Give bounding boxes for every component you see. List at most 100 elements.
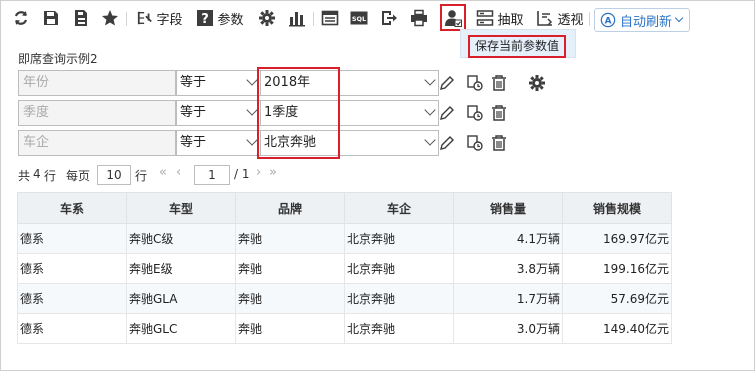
table-cell: 奔驰 bbox=[235, 253, 345, 284]
operator-select[interactable]: 等于 bbox=[176, 70, 261, 96]
auto-refresh-label: 自动刷新 bbox=[620, 14, 673, 30]
operator-select[interactable]: 等于 bbox=[176, 130, 261, 156]
save-icon[interactable] bbox=[40, 4, 62, 32]
table-cell: 3.0万辆 bbox=[453, 313, 563, 344]
settings-gear-icon[interactable] bbox=[528, 74, 546, 92]
operator-select[interactable]: 等于 bbox=[176, 100, 261, 126]
table-row: 德系 奔驰C级 奔驰 北京奔驰 4.1万辆 169.97亿元 bbox=[17, 223, 672, 254]
user-param-highlight bbox=[440, 4, 466, 31]
table-cell: 奔驰 bbox=[235, 313, 345, 344]
chevron-down-icon bbox=[246, 134, 258, 146]
table-cell: 4.1万辆 bbox=[453, 223, 563, 254]
edit-pencil-icon[interactable] bbox=[438, 134, 456, 152]
table-cell: 奔驰GLA bbox=[126, 283, 236, 314]
chevron-down-icon bbox=[246, 104, 258, 116]
param-name-field[interactable]: 车企 bbox=[18, 130, 176, 156]
svg-text:?: ? bbox=[202, 12, 210, 27]
copy-icon[interactable] bbox=[466, 104, 484, 122]
edit-pencil-icon[interactable] bbox=[438, 74, 456, 92]
edit-pencil-icon[interactable] bbox=[438, 104, 456, 122]
settings-gear-icon[interactable] bbox=[256, 4, 278, 32]
per-page-input[interactable]: 10 bbox=[97, 165, 131, 185]
copy-icon[interactable] bbox=[466, 134, 484, 152]
table-cell: 149.40亿元 bbox=[562, 313, 672, 344]
chevron-down-icon bbox=[674, 13, 684, 23]
table-cell: 奔驰 bbox=[235, 283, 345, 314]
column-header[interactable]: 品牌 bbox=[235, 192, 345, 224]
bar-chart-icon[interactable] bbox=[286, 4, 308, 32]
table-cell: 奔驰 bbox=[235, 223, 345, 254]
field-icon bbox=[138, 11, 153, 25]
favorite-star-icon[interactable] bbox=[99, 4, 121, 32]
field-label: 字段 bbox=[156, 12, 183, 28]
table-cell: 北京奔驰 bbox=[344, 253, 454, 284]
user-param-dropdown: 保存当前参数值 bbox=[460, 29, 576, 58]
print-icon[interactable] bbox=[408, 4, 430, 32]
table-cell: 199.16亿元 bbox=[562, 253, 672, 284]
table-row: 德系 奔驰E级 奔驰 北京奔驰 3.8万辆 199.16亿元 bbox=[17, 253, 672, 284]
field-button[interactable]: 字段 bbox=[134, 4, 186, 32]
column-header[interactable]: 车型 bbox=[126, 192, 236, 224]
table-cell: 北京奔驰 bbox=[344, 223, 454, 254]
save-current-params-item[interactable]: 保存当前参数值 bbox=[468, 35, 567, 58]
extract-button[interactable]: 抽取 bbox=[474, 4, 526, 32]
table-cell: 德系 bbox=[17, 223, 127, 254]
column-header[interactable]: 车企 bbox=[344, 192, 454, 224]
question-icon: ? bbox=[197, 10, 214, 27]
param-name-field[interactable]: 季度 bbox=[18, 100, 176, 126]
trash-icon[interactable] bbox=[490, 134, 508, 152]
export-icon[interactable] bbox=[378, 4, 400, 32]
prev-page-icon[interactable]: ‹ bbox=[176, 165, 181, 180]
save-as-icon[interactable] bbox=[70, 4, 92, 32]
total-count: 4 bbox=[33, 167, 41, 181]
param-button[interactable]: ? 参数 bbox=[196, 4, 244, 32]
copy-icon[interactable] bbox=[466, 74, 484, 92]
table-cell: 1.7万辆 bbox=[453, 283, 563, 314]
toolbar-divider bbox=[126, 12, 127, 26]
toolbar-divider bbox=[589, 12, 590, 26]
svg-text:SQL: SQL bbox=[352, 15, 366, 23]
table-cell: 奔驰GLC bbox=[126, 313, 236, 344]
sql-icon[interactable]: SQL bbox=[348, 4, 370, 32]
table-cell: 德系 bbox=[17, 283, 127, 314]
param-values-highlight bbox=[257, 67, 340, 159]
param-label: 参数 bbox=[217, 12, 244, 28]
table-header-row: 车系 车型 品牌 车企 销售量 销售规模 bbox=[17, 192, 672, 224]
extract-icon bbox=[477, 10, 494, 26]
svg-text:A: A bbox=[605, 17, 612, 27]
refresh-icon[interactable] bbox=[10, 4, 32, 32]
next-page-icon[interactable]: › bbox=[256, 165, 261, 180]
column-header[interactable]: 销售规模 bbox=[562, 192, 672, 224]
auto-refresh-button[interactable]: A 自动刷新 bbox=[594, 8, 690, 32]
per-page-label: 每页 bbox=[66, 169, 91, 183]
first-page-icon[interactable]: « bbox=[159, 165, 167, 180]
pivot-button[interactable]: 透视 bbox=[536, 4, 584, 32]
trash-icon[interactable] bbox=[490, 104, 508, 122]
table-cell: 奔驰E级 bbox=[126, 253, 236, 284]
trash-icon[interactable] bbox=[490, 74, 508, 92]
chevron-down-icon bbox=[424, 104, 436, 116]
column-header[interactable]: 车系 bbox=[17, 192, 127, 224]
total-pages: / 1 bbox=[234, 167, 250, 181]
last-page-icon[interactable]: » bbox=[269, 165, 277, 180]
table-cell: 德系 bbox=[17, 253, 127, 284]
param-name-field[interactable]: 年份 bbox=[18, 70, 176, 96]
operator-value: 等于 bbox=[180, 105, 207, 120]
table-cell: 奔驰C级 bbox=[126, 223, 236, 254]
table-row: 德系 奔驰GLA 奔驰 北京奔驰 1.7万辆 57.69亿元 bbox=[17, 283, 672, 314]
current-page-input[interactable]: 1 bbox=[194, 165, 230, 185]
table-cell: 169.97亿元 bbox=[562, 223, 672, 254]
table-cell: 北京奔驰 bbox=[344, 283, 454, 314]
chevron-down-icon bbox=[246, 74, 258, 86]
pivot-icon bbox=[537, 11, 553, 26]
report-title: 即席查询示例2 bbox=[18, 52, 98, 66]
table-row: 德系 奔驰GLC 奔驰 北京奔驰 3.0万辆 149.40亿元 bbox=[17, 313, 672, 344]
data-table: 车系 车型 品牌 车企 销售量 销售规模 德系 奔驰C级 奔驰 北京奔驰 4.1… bbox=[17, 192, 672, 344]
column-header[interactable]: 销售量 bbox=[453, 192, 563, 224]
extract-label: 抽取 bbox=[497, 12, 524, 28]
table-cell: 57.69亿元 bbox=[562, 283, 672, 314]
table-cell: 北京奔驰 bbox=[344, 313, 454, 344]
operator-value: 等于 bbox=[180, 135, 207, 150]
total-suffix: 行 bbox=[44, 169, 57, 183]
layout-icon[interactable] bbox=[319, 4, 341, 32]
